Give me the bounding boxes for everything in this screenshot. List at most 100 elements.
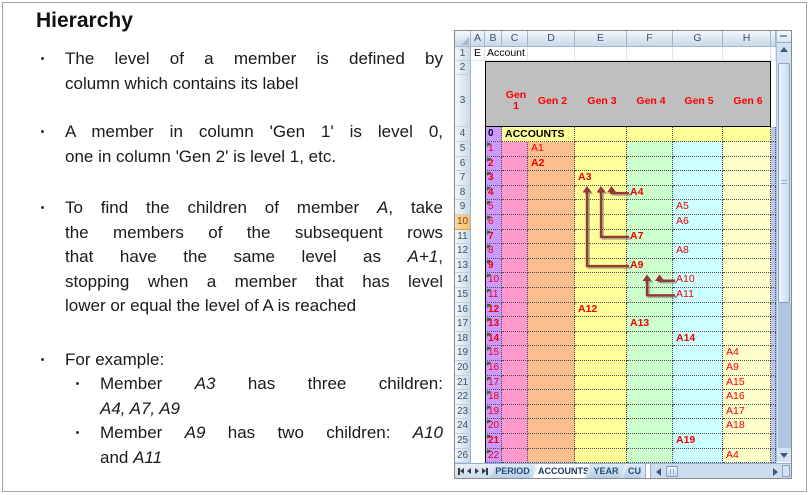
cell-H6[interactable]: [723, 156, 771, 172]
row-header-1[interactable]: 1: [455, 47, 471, 61]
cell-H12[interactable]: [723, 244, 771, 259]
cell-A24[interactable]: [471, 419, 485, 434]
cell-D19[interactable]: [528, 346, 575, 361]
row-header-9[interactable]: 9: [455, 200, 471, 215]
cell-H7[interactable]: [723, 171, 771, 186]
cell-G10[interactable]: A6: [673, 215, 723, 230]
cell-H5[interactable]: [723, 142, 771, 157]
cell-G15[interactable]: A11: [673, 288, 723, 303]
row-header-10[interactable]: 10: [455, 215, 471, 230]
col-header-E[interactable]: E: [575, 31, 627, 47]
cell-F7[interactable]: [627, 171, 673, 186]
cell-E4[interactable]: [575, 127, 627, 142]
cell-C18[interactable]: [502, 331, 528, 347]
cell-H24[interactable]: A18: [723, 419, 771, 434]
cell-C5[interactable]: [502, 142, 528, 157]
cell-C15[interactable]: [502, 288, 528, 303]
cell-G26[interactable]: [673, 448, 723, 463]
tab-nav-first-button[interactable]: [457, 466, 465, 476]
cell-F22[interactable]: [627, 390, 673, 405]
cell-E21[interactable]: [575, 375, 627, 391]
scrollbar-corner-box[interactable]: [782, 465, 790, 477]
row-header-24[interactable]: 24: [455, 419, 471, 434]
cell-A3[interactable]: [471, 75, 485, 127]
scroll-up-button[interactable]: [777, 42, 791, 57]
cell-B22[interactable]: 18: [485, 390, 502, 405]
cell-A25[interactable]: [471, 434, 485, 449]
col-header-D[interactable]: D: [528, 31, 575, 47]
cell-A1[interactable]: E: [471, 47, 485, 61]
row-header-2[interactable]: 2: [455, 61, 471, 75]
cell-D23[interactable]: [528, 404, 575, 420]
cell-B7[interactable]: 3: [485, 171, 502, 186]
cell-C19[interactable]: [502, 346, 528, 361]
scrollbar-track[interactable]: [778, 303, 791, 448]
cell-C22[interactable]: [502, 390, 528, 405]
cell-G25[interactable]: A19: [673, 434, 723, 449]
cell-B19[interactable]: 15: [485, 346, 502, 361]
cell-F13[interactable]: A9: [627, 258, 673, 274]
cell-E14[interactable]: [575, 273, 627, 288]
cell-G12[interactable]: A8: [673, 244, 723, 259]
cell-E10[interactable]: [575, 215, 627, 230]
cell-E6[interactable]: [575, 156, 627, 172]
cell-D7[interactable]: [528, 171, 575, 186]
cell-D6[interactable]: A2: [528, 156, 575, 172]
cell-F21[interactable]: [627, 375, 673, 391]
scroll-down-button[interactable]: [777, 448, 791, 462]
cell-B20[interactable]: 16: [485, 361, 502, 376]
cell-G18[interactable]: A14: [673, 331, 723, 347]
cell-G20[interactable]: [673, 361, 723, 376]
col-header-A[interactable]: A: [471, 31, 485, 47]
cell-D25[interactable]: [528, 434, 575, 449]
cell-D22[interactable]: [528, 390, 575, 405]
cell-F18[interactable]: [627, 331, 673, 347]
cell-H26[interactable]: A4: [723, 448, 771, 463]
row-header-20[interactable]: 20: [455, 361, 471, 376]
cell-E19[interactable]: [575, 346, 627, 361]
cell-B11[interactable]: 7: [485, 229, 502, 245]
cell-E17[interactable]: [575, 317, 627, 332]
cell-B13[interactable]: 9: [485, 258, 502, 274]
cell-E8[interactable]: [575, 185, 627, 201]
cell-H18[interactable]: [723, 331, 771, 347]
cell-C13[interactable]: [502, 258, 528, 274]
cell-D17[interactable]: [528, 317, 575, 332]
cell-A7[interactable]: [471, 171, 485, 186]
cell-F15[interactable]: [627, 288, 673, 303]
cell-B21[interactable]: 17: [485, 375, 502, 391]
cell-D13[interactable]: [528, 258, 575, 274]
cell-H15[interactable]: [723, 288, 771, 303]
cell-H13[interactable]: [723, 258, 771, 274]
cell-E16[interactable]: A12: [575, 302, 627, 318]
row-header-12[interactable]: 12: [455, 244, 471, 259]
col-header-G[interactable]: G: [673, 31, 723, 47]
cell-H20[interactable]: A9: [723, 361, 771, 376]
cell-B25[interactable]: 21: [485, 434, 502, 449]
tab-nav-last-button[interactable]: [481, 466, 489, 476]
row-header-22[interactable]: 22: [455, 390, 471, 405]
cell-G11[interactable]: [673, 229, 723, 245]
cell-F14[interactable]: [627, 273, 673, 288]
cell-A15[interactable]: [471, 288, 485, 303]
row-header-18[interactable]: 18: [455, 331, 471, 347]
cell-A21[interactable]: [471, 375, 485, 391]
cell-F1[interactable]: [627, 47, 673, 61]
cell-C17[interactable]: [502, 317, 528, 332]
row-header-5[interactable]: 5: [455, 142, 471, 157]
cell-G7[interactable]: [673, 171, 723, 186]
cell-B26[interactable]: 22: [485, 448, 502, 463]
cell-H9[interactable]: [723, 200, 771, 215]
cell-H14[interactable]: [723, 273, 771, 288]
cell-B12[interactable]: 8: [485, 244, 502, 259]
cell-G21[interactable]: [673, 375, 723, 391]
cell-F10[interactable]: [627, 215, 673, 230]
cell-E26[interactable]: [575, 448, 627, 463]
cell-H23[interactable]: A17: [723, 404, 771, 420]
cell-F4[interactable]: [627, 127, 673, 142]
cell-A13[interactable]: [471, 258, 485, 274]
sheet-tab-year[interactable]: YEAR: [587, 464, 625, 478]
cell-B16[interactable]: 12: [485, 302, 502, 318]
cell-B10[interactable]: 6: [485, 215, 502, 230]
cell-G8[interactable]: [673, 185, 723, 201]
